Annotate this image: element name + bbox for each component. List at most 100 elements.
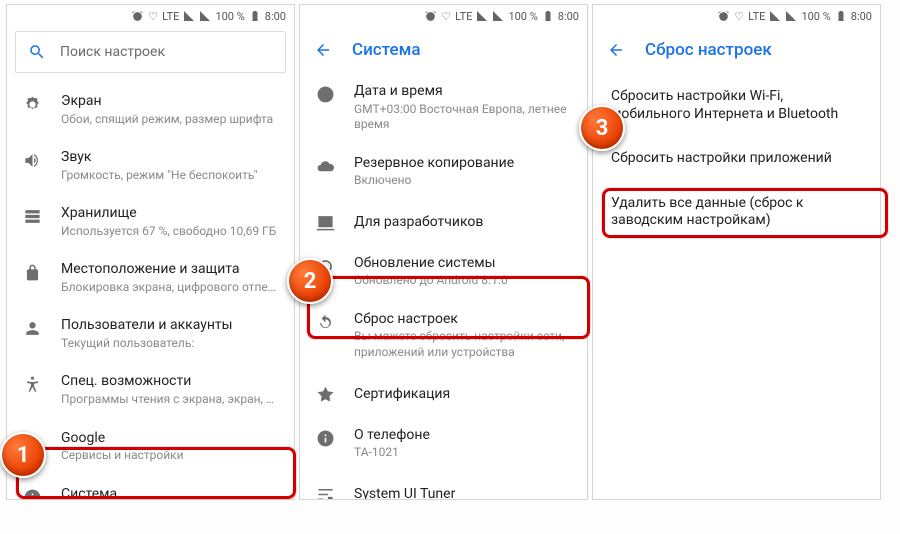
list-item[interactable]: ХранилищеИспользуется 67 %, свободно 10,… bbox=[7, 195, 294, 251]
alarm-icon bbox=[424, 10, 437, 23]
page-title: Сброс настроек bbox=[645, 40, 772, 60]
text-column: О телефонеTA-1021 bbox=[354, 427, 573, 461]
list-item[interactable]: Сброс настроекВы можете сбросить настрой… bbox=[300, 301, 587, 373]
item-title: Хранилище bbox=[61, 205, 280, 223]
list-item[interactable]: Сбросить настройки приложений bbox=[593, 135, 880, 180]
list-item[interactable]: ЗвукГромкость, режим "Не беспокоить" bbox=[7, 139, 294, 195]
back-icon[interactable] bbox=[314, 41, 332, 59]
item-subtitle: GMT+03:00 Восточная Европа, летнее время bbox=[354, 102, 573, 133]
reset-screen: ♡ LTE 100 % 8:00 Сброс настроек Сбросить… bbox=[592, 4, 881, 500]
item-title: Для разработчиков bbox=[354, 211, 573, 232]
volume-icon bbox=[21, 149, 43, 170]
reset-list: Сбросить настройки Wi-Fi, мобильного Инт… bbox=[593, 73, 880, 242]
system-list: Дата и времяGMT+03:00 Восточная Европа, … bbox=[300, 73, 587, 500]
signal-icon bbox=[492, 10, 504, 22]
item-subtitle: Программы чтения с экрана, экран, эл… bbox=[61, 392, 280, 408]
reset-icon bbox=[314, 311, 336, 332]
list-item[interactable]: О телефонеTA-1021 bbox=[300, 417, 587, 473]
item-title: Google bbox=[61, 430, 280, 448]
battery-icon bbox=[542, 10, 554, 22]
heart-icon: ♡ bbox=[441, 10, 451, 23]
item-title: Спец. возможности bbox=[61, 373, 280, 391]
list-item[interactable]: Для разработчиков bbox=[300, 201, 587, 245]
system-screen: ♡ LTE 100 % 8:00 Система Дата и времяGMT… bbox=[299, 4, 588, 500]
list-item[interactable]: ЭкранОбои, спящий режим, размер шрифта bbox=[7, 83, 294, 139]
signal-icon bbox=[785, 10, 797, 22]
back-icon[interactable] bbox=[607, 41, 625, 59]
settings-list: ЭкранОбои, спящий режим, размер шрифта Зв… bbox=[7, 83, 294, 500]
status-bar: ♡ LTE 100 % 8:00 bbox=[593, 5, 880, 27]
text-column: ЗвукГромкость, режим "Не беспокоить" bbox=[61, 149, 280, 183]
item-title: Звук bbox=[61, 149, 280, 167]
cert-icon bbox=[314, 383, 336, 404]
list-item[interactable]: Местоположение и защитаБлокировка экрана… bbox=[7, 251, 294, 307]
item-title: Дата и время bbox=[354, 83, 573, 101]
text-column: Сбросить настройки Wi-Fi, мобильного Инт… bbox=[611, 85, 862, 123]
text-column: Сброс настроекВы можете сбросить настрой… bbox=[354, 311, 573, 361]
brightness-icon bbox=[21, 93, 43, 114]
storage-icon bbox=[21, 205, 43, 226]
signal-icon bbox=[476, 10, 488, 22]
item-subtitle: Сервисы и настройки bbox=[61, 448, 280, 464]
item-title: Сброс настроек bbox=[354, 311, 573, 329]
text-column: Спец. возможностиПрограммы чтения с экра… bbox=[61, 373, 280, 407]
lte-label: LTE bbox=[455, 10, 472, 23]
battery-pct: 100 % bbox=[508, 10, 537, 23]
text-column: Местоположение и защитаБлокировка экрана… bbox=[61, 261, 280, 295]
item-subtitle: Включено bbox=[354, 173, 573, 189]
search-icon bbox=[28, 43, 46, 61]
item-subtitle: Обои, спящий режим, размер шрифта bbox=[61, 112, 280, 128]
item-subtitle: Обновлено до Android 8.1.0 bbox=[354, 273, 573, 289]
update-icon bbox=[314, 255, 336, 276]
battery-pct: 100 % bbox=[801, 10, 830, 23]
google-icon bbox=[21, 430, 43, 451]
text-column: Резервное копированиеВключено bbox=[354, 155, 573, 189]
list-item[interactable]: Удалить все данные (сброс к заводским на… bbox=[593, 180, 880, 242]
item-subtitle: Вы можете сбросить настройки сети, прило… bbox=[354, 329, 573, 360]
list-item[interactable]: СистемаЯзык, время, резервное копировани… bbox=[7, 476, 294, 500]
heart-icon: ♡ bbox=[148, 10, 158, 23]
settings-search[interactable]: Поиск настроек bbox=[15, 31, 286, 73]
item-title: Сбросить настройки приложений bbox=[611, 147, 862, 168]
item-title: Сертификация bbox=[354, 383, 573, 404]
info-icon bbox=[314, 427, 336, 448]
item-title: Удалить все данные (сброс к заводским на… bbox=[611, 192, 862, 230]
list-item[interactable]: System UI Tuner bbox=[300, 473, 587, 500]
access-icon bbox=[21, 373, 43, 394]
battery-icon bbox=[835, 10, 847, 22]
list-item[interactable]: Дата и времяGMT+03:00 Восточная Европа, … bbox=[300, 73, 587, 145]
app-bar: Сброс настроек bbox=[593, 27, 880, 73]
text-column: Сертификация bbox=[354, 383, 573, 404]
lte-label: LTE bbox=[748, 10, 765, 23]
item-title: Резервное копирование bbox=[354, 155, 573, 173]
text-column: Дата и времяGMT+03:00 Восточная Европа, … bbox=[354, 83, 573, 133]
list-item[interactable]: Сертификация bbox=[300, 373, 587, 417]
clock-time: 8:00 bbox=[265, 10, 286, 23]
item-subtitle: Используется 67 %, свободно 10,69 ГБ bbox=[61, 224, 280, 240]
info-icon bbox=[21, 486, 43, 500]
list-item[interactable]: Резервное копированиеВключено bbox=[300, 145, 587, 201]
item-title: Пользователи и аккаунты bbox=[61, 317, 280, 335]
text-column: GoogleСервисы и настройки bbox=[61, 430, 280, 464]
settings-main-screen: ♡ LTE 100 % 8:00 Поиск настроек ЭкранОбо… bbox=[6, 4, 295, 500]
item-title: Экран bbox=[61, 93, 280, 111]
status-bar: ♡ LTE 100 % 8:00 bbox=[300, 5, 587, 27]
battery-pct: 100 % bbox=[215, 10, 244, 23]
list-item[interactable]: Обновление системыОбновлено до Android 8… bbox=[300, 245, 587, 301]
item-title: System UI Tuner bbox=[354, 483, 573, 500]
clock-icon bbox=[314, 83, 336, 104]
list-item[interactable]: Сбросить настройки Wi-Fi, мобильного Инт… bbox=[593, 73, 880, 135]
item-subtitle: Текущий пользователь: bbox=[61, 336, 280, 352]
text-column: System UI Tuner bbox=[354, 483, 573, 500]
signal-icon bbox=[183, 10, 195, 22]
clock-time: 8:00 bbox=[851, 10, 872, 23]
list-item[interactable]: Спец. возможностиПрограммы чтения с экра… bbox=[7, 363, 294, 419]
item-title: Система bbox=[61, 486, 280, 500]
text-column: Пользователи и аккаунтыТекущий пользоват… bbox=[61, 317, 280, 351]
cloud-icon bbox=[314, 155, 336, 176]
text-column: Сбросить настройки приложений bbox=[611, 147, 862, 168]
list-item[interactable]: GoogleСервисы и настройки bbox=[7, 420, 294, 476]
list-item[interactable]: Пользователи и аккаунтыТекущий пользоват… bbox=[7, 307, 294, 363]
signal-icon bbox=[769, 10, 781, 22]
lock-icon bbox=[21, 261, 43, 282]
